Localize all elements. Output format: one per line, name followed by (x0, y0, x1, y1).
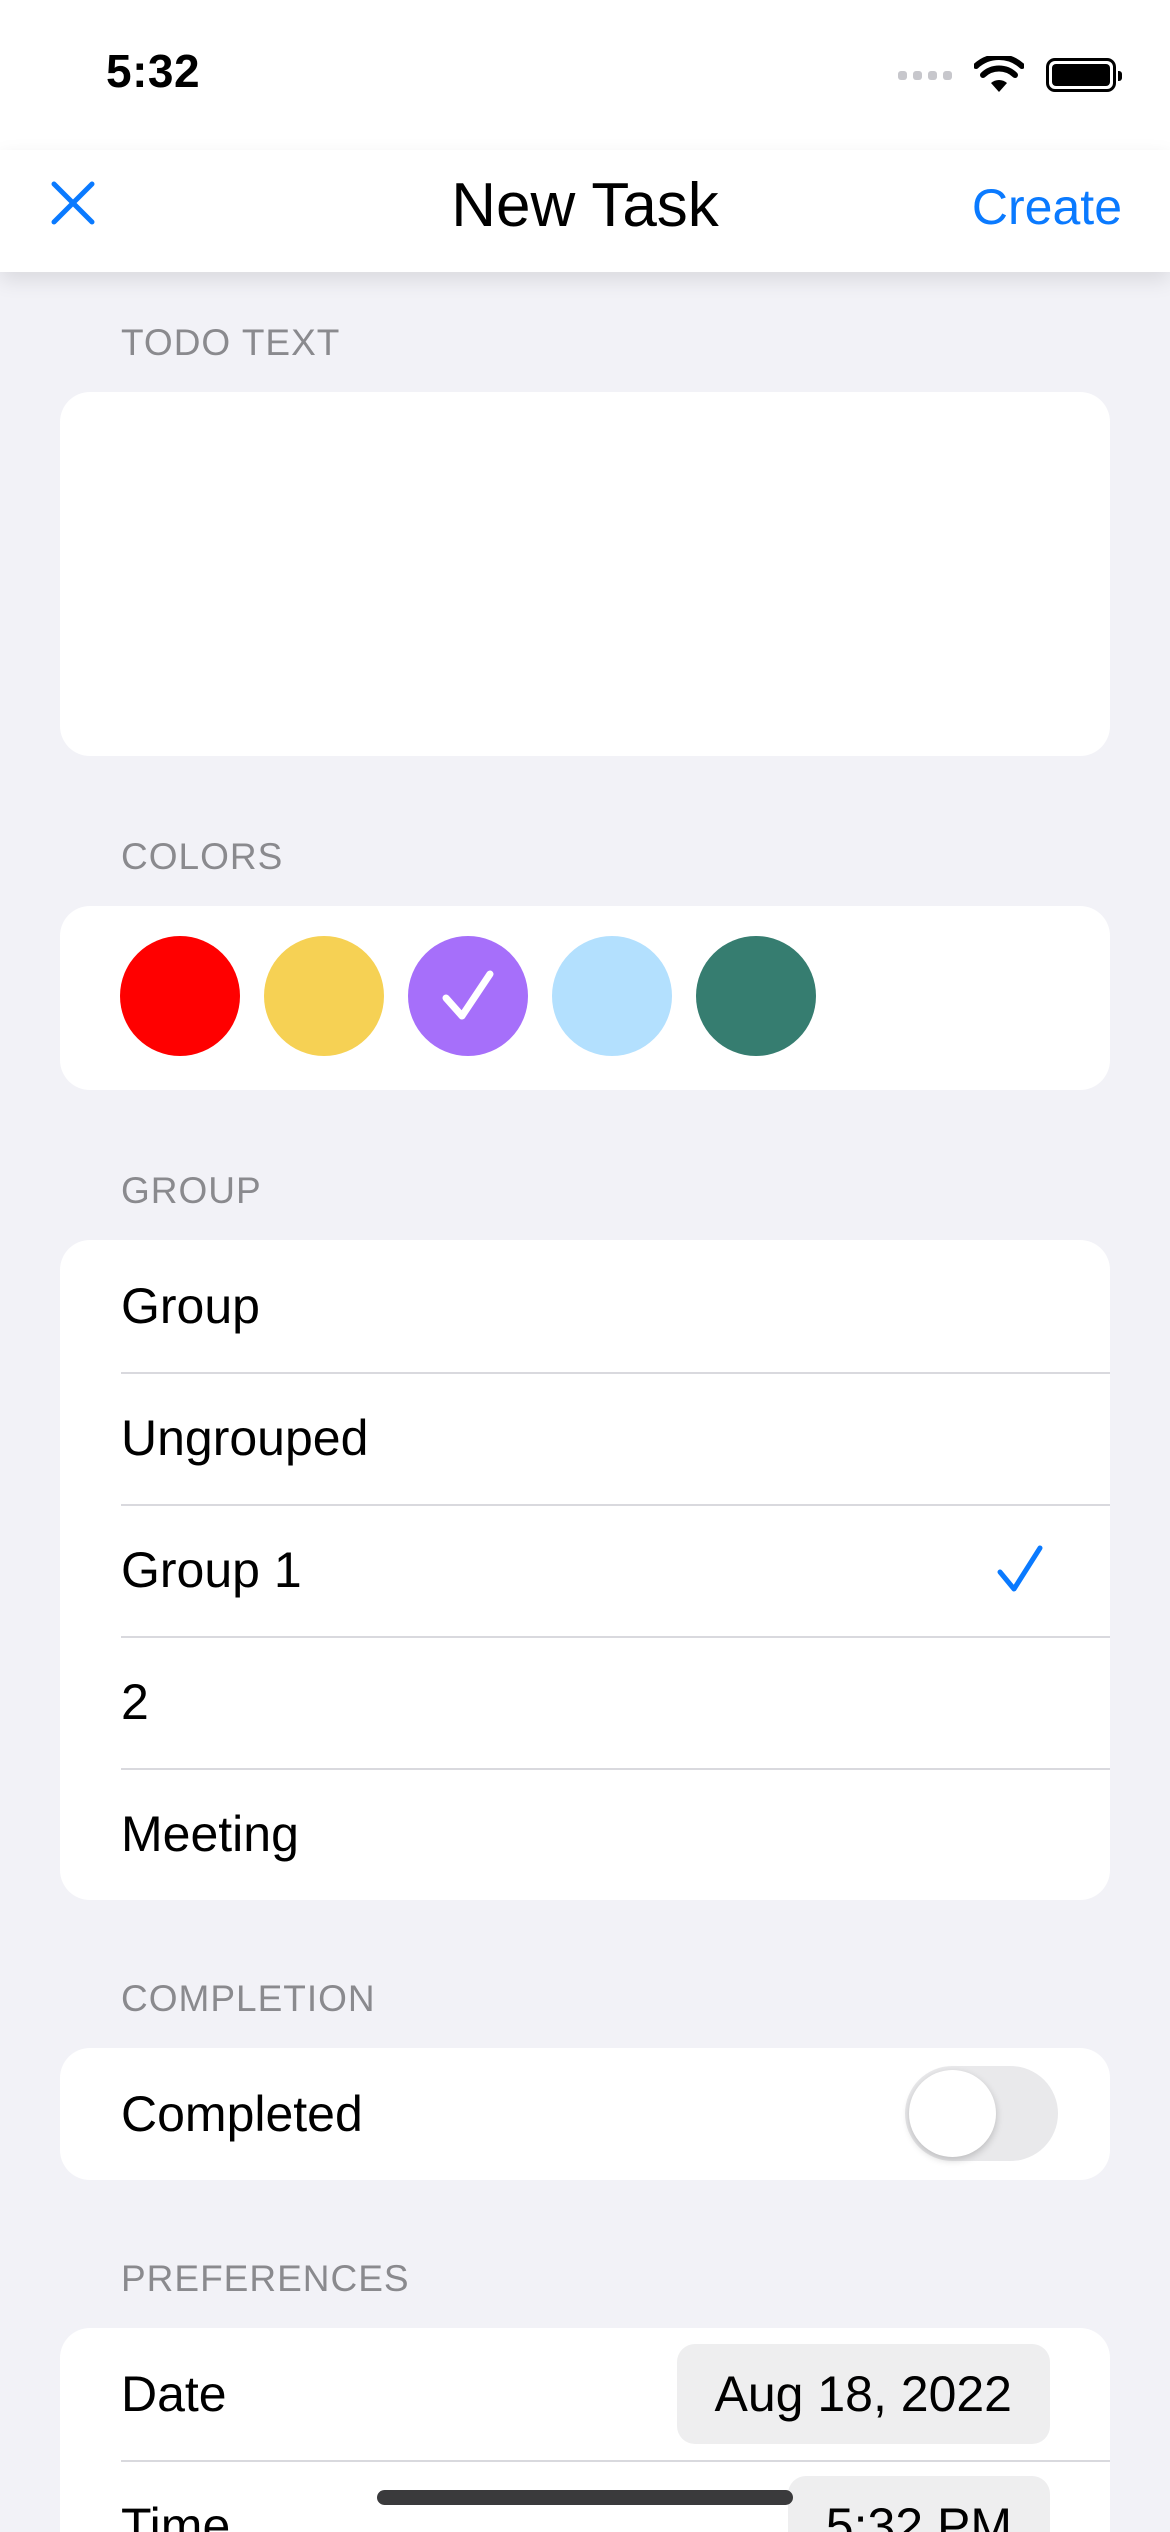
group-header: GROUP (121, 1170, 262, 1211)
create-button[interactable]: Create (972, 178, 1122, 236)
navigation-bar: New Task Create (0, 150, 1170, 272)
color-swatch-red[interactable] (120, 936, 240, 1056)
status-time: 5:32 (106, 45, 201, 97)
color-swatch-teal[interactable] (696, 936, 816, 1056)
todo-text-header: TODO TEXT (121, 322, 341, 363)
date-label: Date (121, 2366, 227, 2422)
completed-toggle[interactable] (905, 2066, 1058, 2161)
todo-text-field[interactable] (60, 392, 1110, 756)
group-row-group[interactable]: Group (60, 1240, 1110, 1372)
group-row-label: Group (121, 1278, 260, 1334)
toggle-knob (909, 2070, 996, 2157)
wifi-icon (974, 56, 1024, 92)
group-row-label: Ungrouped (121, 1410, 369, 1466)
time-label: Time (121, 2498, 231, 2532)
group-list: Group Ungrouped Group 1 2 Meeting (60, 1240, 1110, 1900)
completion-card: Completed (60, 2048, 1110, 2180)
cellular-signal-icon (898, 70, 952, 80)
color-swatch-yellow[interactable] (264, 936, 384, 1056)
group-row-label: 2 (121, 1674, 149, 1730)
preferences-header: PREFERENCES (121, 2258, 410, 2299)
group-row-ungrouped[interactable]: Ungrouped (60, 1372, 1110, 1504)
status-icons (898, 56, 1122, 94)
colors-header: COLORS (121, 836, 284, 877)
time-picker-button[interactable]: 5:32 PM (787, 2476, 1050, 2532)
home-indicator[interactable] (377, 2490, 793, 2505)
color-swatch-purple[interactable] (408, 936, 528, 1056)
battery-icon (1046, 58, 1122, 92)
completed-label: Completed (121, 2086, 363, 2142)
todo-text-value (60, 392, 1110, 472)
checkmark-icon (442, 970, 494, 1020)
color-swatch-light-blue[interactable] (552, 936, 672, 1056)
date-picker-button[interactable]: Aug 18, 2022 (676, 2344, 1050, 2444)
group-row-group-1[interactable]: Group 1 (60, 1504, 1110, 1636)
date-row: Date Aug 18, 2022 (60, 2328, 1110, 2460)
completion-header: COMPLETION (121, 1978, 376, 2019)
status-bar: 5:32 (0, 0, 1170, 150)
group-row-meeting[interactable]: Meeting (60, 1768, 1110, 1900)
group-row-label: Meeting (121, 1806, 299, 1862)
group-row-2[interactable]: 2 (60, 1636, 1110, 1768)
checkmark-icon (997, 1545, 1043, 1592)
group-row-label: Group 1 (121, 1542, 302, 1598)
colors-card (60, 906, 1110, 1090)
